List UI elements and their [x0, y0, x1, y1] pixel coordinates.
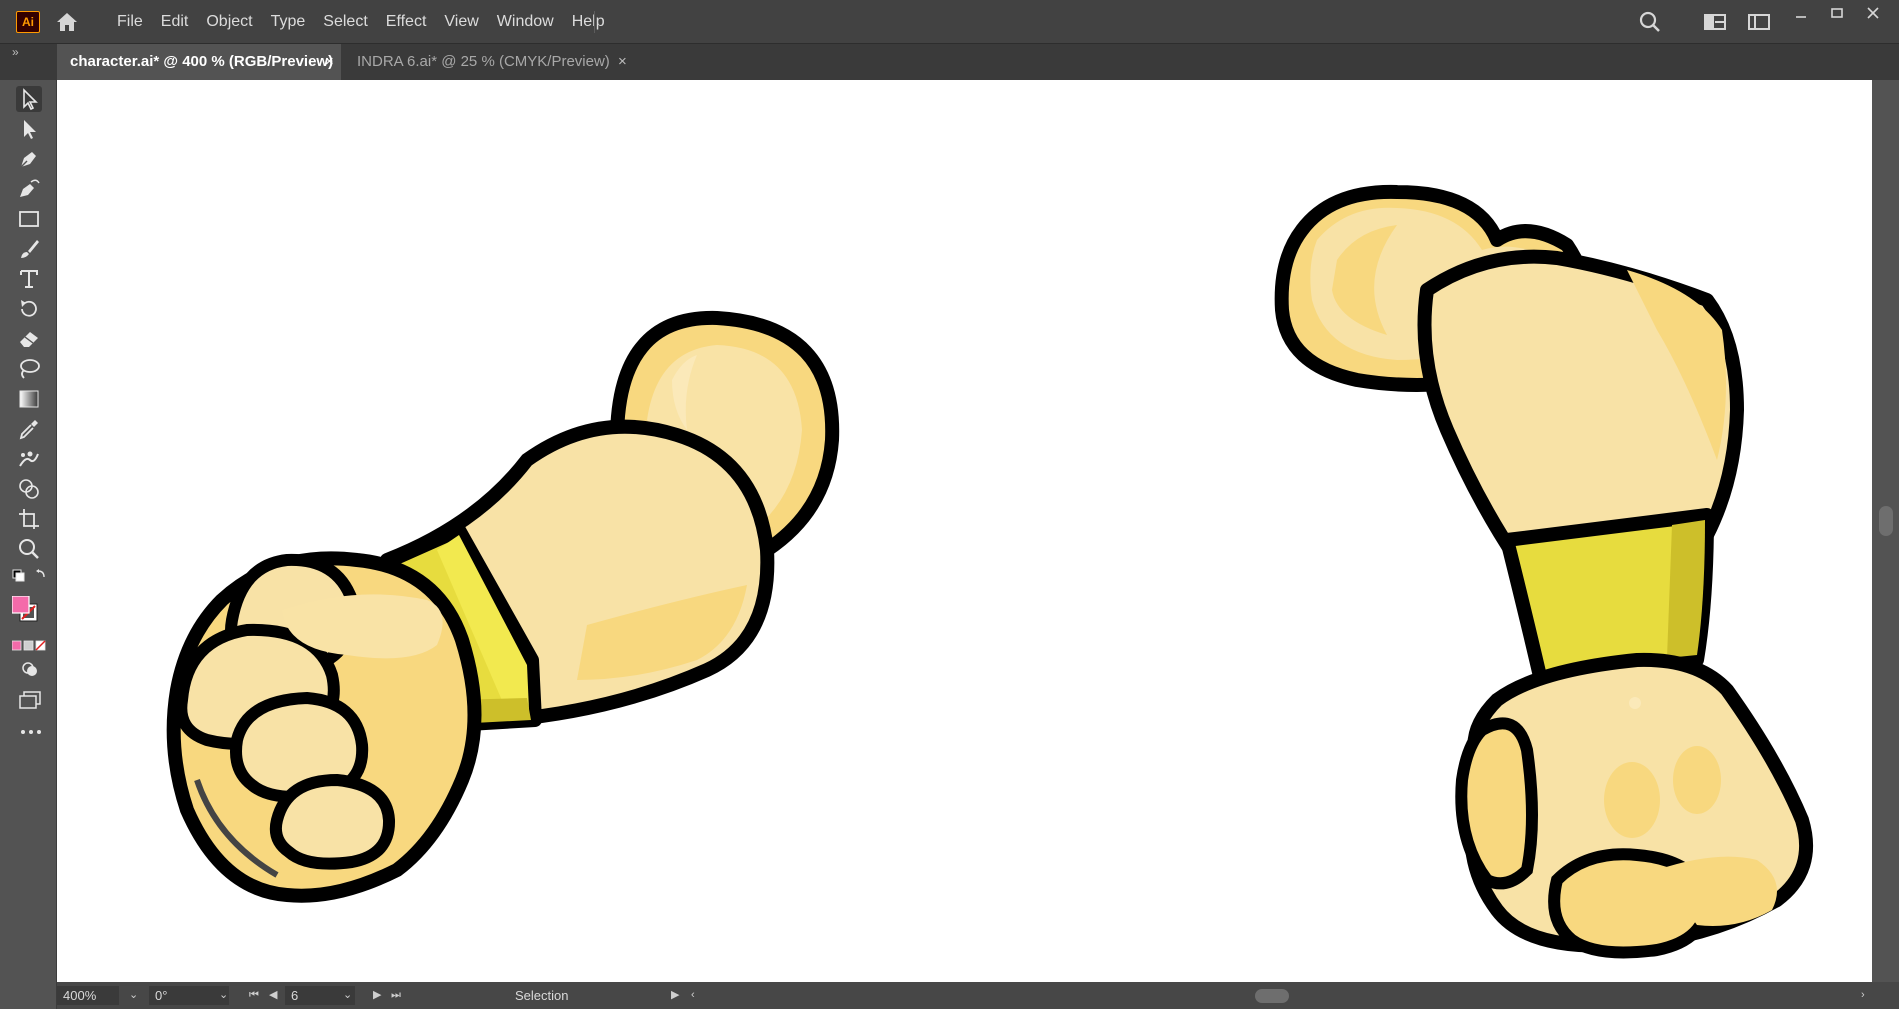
next-artboard-icon[interactable]: ▶: [373, 986, 381, 1005]
tools-panel: [0, 80, 57, 1009]
type-tool-icon[interactable]: [16, 266, 42, 292]
document-tab-bar: » character.ai* @ 400 % (RGB/Preview) × …: [0, 44, 1899, 80]
menu-effect[interactable]: Effect: [377, 0, 436, 44]
artwork: [166, 184, 1814, 959]
search-icon[interactable]: [1638, 10, 1662, 34]
vertical-scroll-thumb[interactable]: [1879, 506, 1893, 536]
previous-artboard-icon[interactable]: ◀: [269, 986, 277, 1005]
minimize-icon[interactable]: [1790, 4, 1812, 24]
menu-bar: Ai File Edit Object Type Select Effect V…: [0, 0, 1899, 44]
menu-file[interactable]: File: [108, 0, 152, 44]
eyedropper-tool-icon[interactable]: [16, 416, 42, 442]
drawing-modes-icon[interactable]: [20, 660, 40, 678]
fill-stroke-swatches[interactable]: [11, 595, 38, 622]
home-icon[interactable]: [54, 9, 80, 35]
rotation-value: 0°: [155, 988, 168, 1003]
zoom-field[interactable]: 400%: [57, 986, 119, 1005]
zoom-dropdown-icon[interactable]: ⌄: [129, 986, 138, 1005]
scroll-right-icon[interactable]: ›: [1861, 986, 1865, 1005]
artboard-dropdown-icon[interactable]: ⌄: [343, 986, 352, 1005]
workspace-switcher-icon[interactable]: [1747, 10, 1771, 34]
zoom-value: 400%: [63, 988, 97, 1003]
rotation-field[interactable]: 0°: [149, 986, 229, 1005]
artboard-canvas[interactable]: [57, 80, 1872, 982]
scroll-left-icon[interactable]: ‹: [691, 986, 695, 1005]
direct-selection-tool-icon[interactable]: [16, 116, 42, 142]
default-colors-and-swap-icon[interactable]: [10, 568, 46, 584]
vertical-scrollbar[interactable]: [1872, 80, 1899, 982]
shape-builder-tool-icon[interactable]: [16, 476, 42, 502]
menu-type[interactable]: Type: [262, 0, 315, 44]
fill-swatch[interactable]: [11, 595, 38, 622]
tab-close-icon[interactable]: ×: [325, 44, 334, 80]
last-artboard-icon[interactable]: ⏭: [391, 986, 401, 1005]
horizontal-scroll-thumb[interactable]: [1255, 989, 1289, 1003]
tab-label: INDRA 6.ai* @ 25 % (CMYK/Preview): [357, 53, 610, 70]
puppet-warp-tool-icon[interactable]: [16, 446, 42, 472]
zoom-tool-icon[interactable]: [16, 536, 42, 562]
color-mode-buttons[interactable]: [12, 640, 46, 652]
current-tool-name: Selection: [515, 988, 569, 1003]
menu-separator: [594, 11, 595, 33]
status-menu-icon[interactable]: ▶: [671, 986, 679, 1005]
collapse-panels-icon[interactable]: »: [12, 45, 19, 59]
close-icon[interactable]: [1862, 4, 1884, 24]
artboard-number: 6: [291, 988, 299, 1003]
status-bar: 400% ⌄ 0° ⌄ ⏮ ◀ 6 ⌄ ▶ ⏭ Selection ▶ ‹ ›: [57, 982, 1899, 1009]
left-fist-artwork[interactable]: [166, 310, 840, 903]
menu-view[interactable]: View: [435, 0, 487, 44]
menu-help[interactable]: Help: [563, 0, 614, 44]
pen-tool-icon[interactable]: [16, 146, 42, 172]
app-logo: Ai: [16, 11, 40, 33]
paintbrush-tool-icon[interactable]: [16, 236, 42, 262]
selection-tool-icon[interactable]: [16, 86, 42, 112]
eraser-tool-icon[interactable]: [16, 326, 42, 352]
gradient-tool-icon[interactable]: [16, 386, 42, 412]
rotation-dropdown-icon[interactable]: ⌄: [219, 986, 228, 1005]
tab-label: character.ai* @ 400 % (RGB/Preview): [70, 53, 334, 70]
menu-object[interactable]: Object: [197, 0, 261, 44]
lasso-tool-icon[interactable]: [16, 356, 42, 382]
curvature-tool-icon[interactable]: [16, 176, 42, 202]
menu-select[interactable]: Select: [314, 0, 376, 44]
screen-mode-icon[interactable]: [18, 690, 42, 710]
main-menu: File Edit Object Type Select Effect View…: [108, 0, 614, 44]
artboard-tool-icon[interactable]: [16, 506, 42, 532]
right-fist-artwork[interactable]: [1274, 184, 1814, 959]
tab-indra-ai[interactable]: INDRA 6.ai* @ 25 % (CMYK/Preview): [344, 44, 634, 80]
more-tools-icon[interactable]: [20, 728, 42, 736]
tab-character-ai[interactable]: character.ai* @ 400 % (RGB/Preview): [57, 44, 341, 80]
restore-icon[interactable]: [1826, 4, 1848, 24]
rotate-tool-icon[interactable]: [16, 296, 42, 322]
arrange-documents-icon[interactable]: [1703, 10, 1727, 34]
first-artboard-icon[interactable]: ⏮: [249, 986, 259, 1005]
rectangle-tool-icon[interactable]: [16, 206, 42, 232]
menu-window[interactable]: Window: [488, 0, 563, 44]
tab-close-icon[interactable]: ×: [618, 44, 627, 80]
menu-edit[interactable]: Edit: [152, 0, 198, 44]
